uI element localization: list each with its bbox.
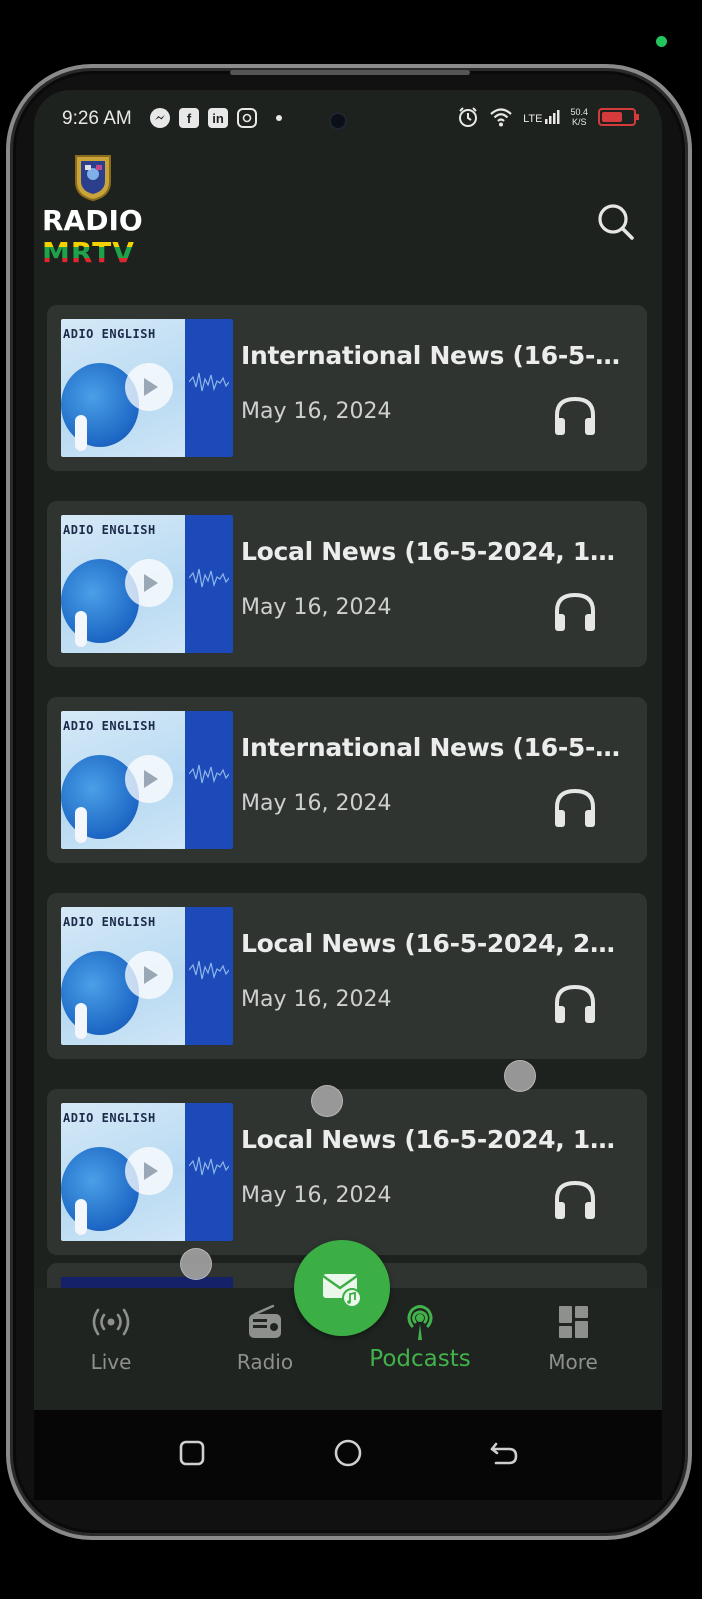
podcast-thumbnail: ADIO ENGLISH bbox=[61, 711, 233, 849]
logo-text-mrtv: MRTV bbox=[42, 236, 135, 269]
podcast-thumbnail: ADIO ENGLISH bbox=[61, 515, 233, 653]
recent-apps-icon[interactable] bbox=[170, 1432, 214, 1476]
headphones-icon[interactable] bbox=[551, 587, 599, 635]
system-navigation-bar bbox=[34, 1410, 662, 1500]
phone-speaker-grille bbox=[230, 70, 470, 75]
podcast-title: Local News (16-5-2024, 10 ... bbox=[241, 537, 621, 566]
podcast-item[interactable]: ADIO ENGLISH Local News (16-5-2024, 10 .… bbox=[47, 1089, 647, 1255]
message-fab-button[interactable] bbox=[294, 1240, 390, 1336]
battery-level bbox=[602, 112, 622, 122]
logo-text-radio: RADIO bbox=[42, 204, 143, 237]
facebook-icon: f bbox=[179, 108, 199, 128]
headphones-icon[interactable] bbox=[551, 1175, 599, 1223]
podcast-title: Local News (16-5-2024, 10 ... bbox=[241, 1125, 621, 1154]
headphones-icon[interactable] bbox=[551, 979, 599, 1027]
emblem-icon bbox=[75, 155, 111, 202]
radio-mrtv-logo: RADIO MRTV bbox=[42, 152, 146, 270]
headphones-icon[interactable] bbox=[551, 783, 599, 831]
more-notifications-dot bbox=[276, 115, 282, 121]
nav-more[interactable]: More bbox=[518, 1300, 628, 1400]
play-icon bbox=[125, 559, 173, 607]
podcast-thumbnail: ADIO ENGLISH bbox=[61, 907, 233, 1045]
play-icon bbox=[125, 1147, 173, 1195]
podcast-thumbnail: ADIO ENGLISH bbox=[61, 319, 233, 457]
nav-live[interactable]: Live bbox=[56, 1300, 166, 1400]
podcast-title: Local News (16-5-2024, 2 P... bbox=[241, 929, 621, 958]
network-speed: 50.4 K/S bbox=[570, 107, 588, 127]
front-camera bbox=[331, 114, 345, 128]
mail-music-icon bbox=[322, 1274, 362, 1308]
podcast-date: May 16, 2024 bbox=[241, 399, 392, 424]
touch-indicator bbox=[180, 1248, 212, 1280]
battery-icon bbox=[598, 108, 639, 126]
linkedin-icon: in bbox=[208, 108, 228, 128]
touch-indicator bbox=[311, 1085, 343, 1117]
podcast-item[interactable]: ADIO ENGLISH Local News (16-5-2024, 2 P.… bbox=[47, 893, 647, 1059]
podcast-date: May 16, 2024 bbox=[241, 595, 392, 620]
status-bar: 9:26 AM f in LTE 50.4 K/S bbox=[34, 90, 662, 150]
status-time: 9:26 AM bbox=[62, 108, 132, 129]
podcast-item[interactable]: ADIO ENGLISH Local News (16-5-2024, 10 .… bbox=[47, 501, 647, 667]
search-icon[interactable] bbox=[594, 200, 638, 244]
back-icon[interactable] bbox=[482, 1432, 526, 1476]
play-icon bbox=[125, 951, 173, 999]
alarm-icon bbox=[459, 107, 478, 127]
podcast-item[interactable]: ADIO ENGLISH International News (16-5-2.… bbox=[47, 697, 647, 863]
instagram-icon bbox=[237, 108, 257, 128]
grid-icon bbox=[559, 1306, 588, 1338]
podcast-title: International News (16-5-2... bbox=[241, 341, 621, 370]
podcast-date: May 16, 2024 bbox=[241, 987, 392, 1012]
podcast-thumbnail: ADIO ENGLISH bbox=[61, 1103, 233, 1241]
system-status-icons: LTE 50.4 K/S bbox=[457, 106, 639, 128]
signal-icon: LTE bbox=[523, 109, 560, 125]
play-icon bbox=[125, 363, 173, 411]
home-icon[interactable] bbox=[326, 1432, 370, 1476]
app-screen: 9:26 AM f in LTE 50.4 K/S RADIO MRTV ADI… bbox=[34, 90, 662, 1410]
notification-icons: f in bbox=[150, 108, 282, 128]
podcast-item[interactable]: ADIO ENGLISH International News (16-5-2.… bbox=[47, 305, 647, 471]
touch-indicator bbox=[504, 1060, 536, 1092]
podcast-date: May 16, 2024 bbox=[241, 1183, 392, 1208]
radio-icon bbox=[249, 1304, 281, 1338]
podcast-title: International News (16-5-2... bbox=[241, 733, 621, 762]
headphones-icon[interactable] bbox=[551, 391, 599, 439]
podcast-date: May 16, 2024 bbox=[241, 791, 392, 816]
messenger-icon bbox=[150, 108, 170, 128]
broadcast-icon bbox=[92, 1308, 130, 1336]
play-icon bbox=[125, 755, 173, 803]
podcast-icon bbox=[407, 1305, 433, 1340]
camera-indicator-dot bbox=[656, 36, 667, 47]
wifi-icon bbox=[490, 108, 512, 127]
